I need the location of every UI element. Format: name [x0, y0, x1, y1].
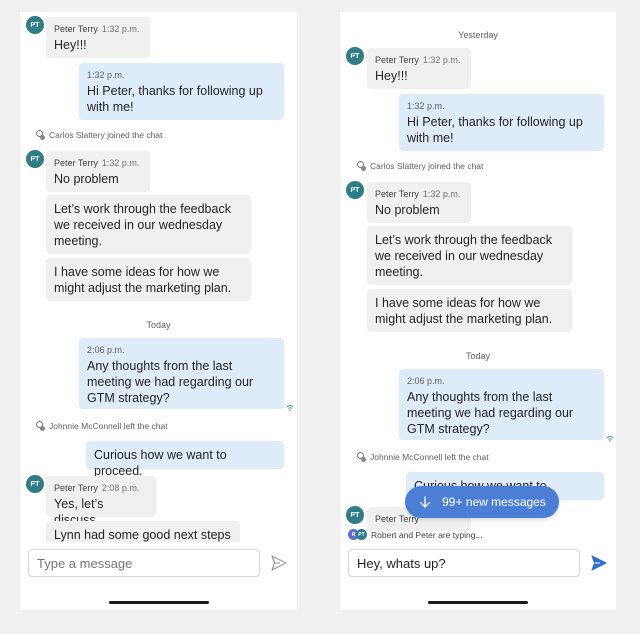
- message-text: Any thoughts from the last meeting we ha…: [87, 359, 254, 405]
- seen-icon: [286, 405, 294, 411]
- message-text: Any thoughts from the last meeting we ha…: [407, 390, 574, 436]
- message-text: I have some ideas for how we might adjus…: [54, 265, 232, 295]
- system-event: Carlos Slattery joined the chat: [356, 161, 483, 171]
- system-event: Carlos Slattery joined the chat: [35, 130, 162, 140]
- typing-indicator: R PT Robert and Peter are typing...: [348, 529, 483, 540]
- message-bubble-incoming[interactable]: Peter Terry 1:32 p.m. No problem: [46, 151, 150, 192]
- message-bubble-incoming[interactable]: Peter Terry 2:08 p.m. Yes, let’s discuss: [46, 476, 156, 527]
- message-meta: Peter Terry 1:32 p.m.: [375, 54, 463, 66]
- seen-icon: [606, 436, 614, 442]
- message-meta: Peter Terry 2:08 p.m.: [54, 482, 148, 494]
- arrow-down-icon: [420, 496, 431, 508]
- message-meta: Peter Terry 1:32 p.m.: [54, 157, 142, 169]
- message-time: 1:32 p.m.: [101, 24, 140, 34]
- message-text: Let’s work through the feedback we recei…: [54, 202, 231, 248]
- people-icon: [356, 161, 366, 171]
- message-text: Hi Peter, thanks for following up with m…: [407, 115, 583, 145]
- new-messages-label: 99+ new messages: [442, 495, 546, 509]
- message-time: 1:32 p.m.: [422, 189, 461, 199]
- message-time: 2:08 p.m.: [101, 483, 140, 493]
- avatar[interactable]: PT: [346, 506, 364, 524]
- typing-text: Robert and Peter are typing...: [371, 529, 483, 540]
- message-bubble-incoming[interactable]: Peter Terry 1:32 p.m. No problem: [367, 182, 471, 223]
- message-bubble-outgoing[interactable]: Curious how we want to proceed.: [86, 441, 284, 478]
- message-meta: Peter Terry 1:32 p.m.: [375, 188, 463, 200]
- avatar[interactable]: PT: [26, 475, 44, 493]
- message-text: Curious how we want to proceed.: [94, 448, 227, 478]
- message-bubble-outgoing[interactable]: 2:06 p.m. Any thoughts from the last mee…: [399, 369, 604, 440]
- avatar[interactable]: PT: [346, 47, 364, 65]
- message-feed[interactable]: Yesterday PT Peter Terry 1:32 p.m. Hey!!!…: [340, 12, 616, 542]
- system-event: Johnnie McConnell left the chat: [35, 421, 168, 431]
- message-bubble-outgoing[interactable]: 1:32 p.m. Hi Peter, thanks for following…: [79, 63, 284, 120]
- message-bubble-incoming[interactable]: I have some ideas for how we might adjus…: [367, 289, 572, 332]
- people-icon: [35, 130, 45, 140]
- message-text: No problem: [375, 203, 440, 217]
- sender-name: Peter Terry: [54, 24, 98, 34]
- message-bubble-outgoing[interactable]: 1:32 p.m. Hi Peter, thanks for following…: [399, 94, 604, 151]
- message-meta: Peter Terry 1:32 p.m.: [54, 23, 142, 35]
- message-text: I have some ideas for how we might adjus…: [375, 296, 553, 326]
- avatar[interactable]: PT: [346, 181, 364, 199]
- message-time: 1:32 p.m.: [407, 101, 445, 111]
- sender-name: Peter Terry: [54, 158, 98, 168]
- message-bubble-incoming[interactable]: Let’s work through the feedback we recei…: [367, 226, 572, 285]
- people-icon: [35, 421, 45, 431]
- sender-name: Peter Terry: [375, 189, 419, 199]
- message-bubble-incoming[interactable]: Peter Terry 1:32 p.m. Hey!!!: [367, 48, 471, 89]
- system-event: Johnnie McConnell left the chat: [356, 452, 489, 462]
- message-time: 1:32 p.m.: [87, 70, 125, 80]
- system-event-text: Carlos Slattery joined the chat: [49, 130, 163, 140]
- avatar[interactable]: PT: [26, 150, 44, 168]
- message-time: 2:06 p.m.: [407, 376, 445, 386]
- message-bubble-incoming[interactable]: Peter Terry 1:32 p.m. Hey!!!: [46, 17, 150, 58]
- message-text: No problem: [54, 172, 119, 186]
- message-bubble-incoming[interactable]: I have some ideas for how we might adjus…: [46, 258, 251, 301]
- date-separator: Today: [465, 351, 491, 361]
- message-text: Hey!!!: [54, 38, 87, 52]
- message-bubble-incoming[interactable]: Let’s work through the feedback we recei…: [46, 195, 251, 254]
- send-icon[interactable]: [270, 554, 288, 572]
- message-time: 1:32 p.m.: [422, 55, 461, 65]
- send-icon[interactable]: [590, 554, 608, 572]
- message-bubble-outgoing[interactable]: 2:06 p.m. Any thoughts from the last mee…: [79, 338, 284, 409]
- system-event-text: Johnnie McConnell left the chat: [49, 421, 168, 431]
- system-event-text: Johnnie McConnell left the chat: [370, 452, 489, 462]
- avatar[interactable]: PT: [26, 16, 44, 34]
- home-indicator[interactable]: [428, 601, 528, 604]
- message-time: 2:06 p.m.: [87, 345, 125, 355]
- message-time: 1:32 p.m.: [101, 158, 140, 168]
- typing-avatars: R PT: [348, 529, 367, 540]
- message-input[interactable]: [348, 549, 580, 577]
- new-messages-button[interactable]: 99+ new messages: [405, 486, 559, 518]
- sender-name: Peter Terry: [54, 483, 98, 493]
- sender-name: Peter Terry: [375, 55, 419, 65]
- home-indicator[interactable]: [108, 601, 209, 604]
- message-feed[interactable]: PT Peter Terry 1:32 p.m. Hey!!! 1:32 p.m.…: [20, 12, 297, 542]
- chat-screen-left: PT Peter Terry 1:32 p.m. Hey!!! 1:32 p.m.…: [20, 12, 297, 610]
- message-text: Lynn had some good next steps: [54, 528, 231, 542]
- message-text: Hi Peter, thanks for following up with m…: [87, 84, 263, 114]
- message-text: Let’s work through the feedback we recei…: [375, 233, 552, 279]
- people-icon: [356, 452, 366, 462]
- message-input[interactable]: [28, 549, 260, 577]
- message-bubble-incoming[interactable]: Lynn had some good next steps: [46, 521, 240, 542]
- chat-screen-right: Yesterday PT Peter Terry 1:32 p.m. Hey!!!…: [340, 12, 616, 610]
- date-separator: Yesterday: [458, 30, 498, 40]
- avatar: PT: [356, 529, 367, 540]
- system-event-text: Carlos Slattery joined the chat: [370, 161, 484, 171]
- message-text: Hey!!!: [375, 69, 408, 83]
- date-separator: Today: [146, 320, 171, 330]
